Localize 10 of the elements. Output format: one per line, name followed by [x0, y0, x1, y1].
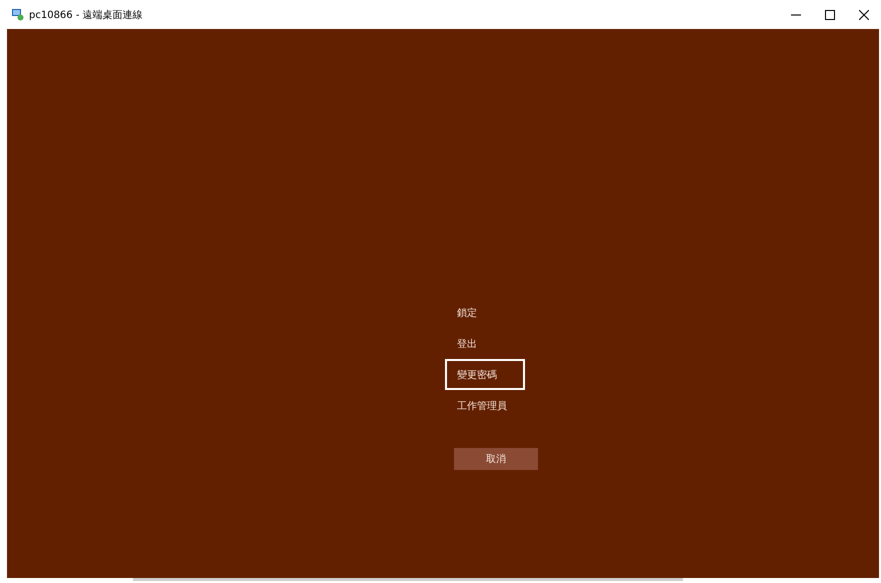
maximize-icon — [825, 10, 835, 20]
remote-desktop-icon — [12, 8, 24, 20]
menu-item[interactable]: 工作管理員 — [445, 390, 525, 421]
scrollbar-thumb[interactable] — [133, 578, 683, 581]
window-title: pc10866 - 遠端桌面連線 — [29, 8, 143, 22]
menu-item[interactable]: 鎖定 — [445, 297, 525, 328]
menu-item[interactable]: 變更密碼 — [445, 359, 525, 390]
menu-item[interactable]: 登出 — [445, 328, 525, 359]
close-icon — [859, 10, 869, 20]
cancel-button[interactable]: 取消 — [454, 448, 538, 470]
